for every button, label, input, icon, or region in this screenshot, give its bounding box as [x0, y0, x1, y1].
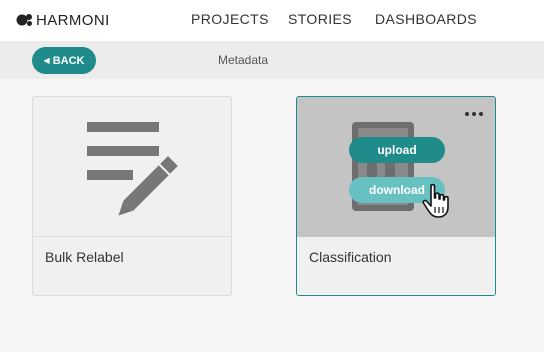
top-navigation-bar: HARMONI PROJECTS STORIES DASHBOARDS — [0, 0, 544, 41]
nav-projects[interactable]: PROJECTS — [191, 11, 269, 27]
chevron-left-icon: ◀ — [43, 56, 50, 65]
logo-text: HARMONI — [36, 11, 110, 29]
upload-button[interactable]: upload — [349, 137, 445, 163]
more-options-icon[interactable] — [465, 109, 485, 119]
card-title: Bulk Relabel — [45, 249, 124, 265]
nav-dashboards[interactable]: DASHBOARDS — [375, 11, 477, 27]
nav-stories[interactable]: STORIES — [288, 11, 352, 27]
card-title: Classification — [309, 249, 392, 265]
card-classification[interactable]: upload download Classification — [296, 96, 496, 296]
download-button[interactable]: download — [349, 177, 445, 203]
logo-icon — [16, 14, 32, 26]
pencil-list-icon — [87, 122, 178, 216]
back-button-label: BACK — [52, 54, 85, 67]
harmoni-logo[interactable]: HARMONI — [16, 10, 110, 30]
breadcrumb: Metadata — [218, 53, 269, 67]
card-bulk-relabel[interactable]: Bulk Relabel — [32, 96, 232, 296]
card-thumbnail — [33, 97, 231, 237]
back-button[interactable]: ◀ BACK — [32, 47, 96, 74]
